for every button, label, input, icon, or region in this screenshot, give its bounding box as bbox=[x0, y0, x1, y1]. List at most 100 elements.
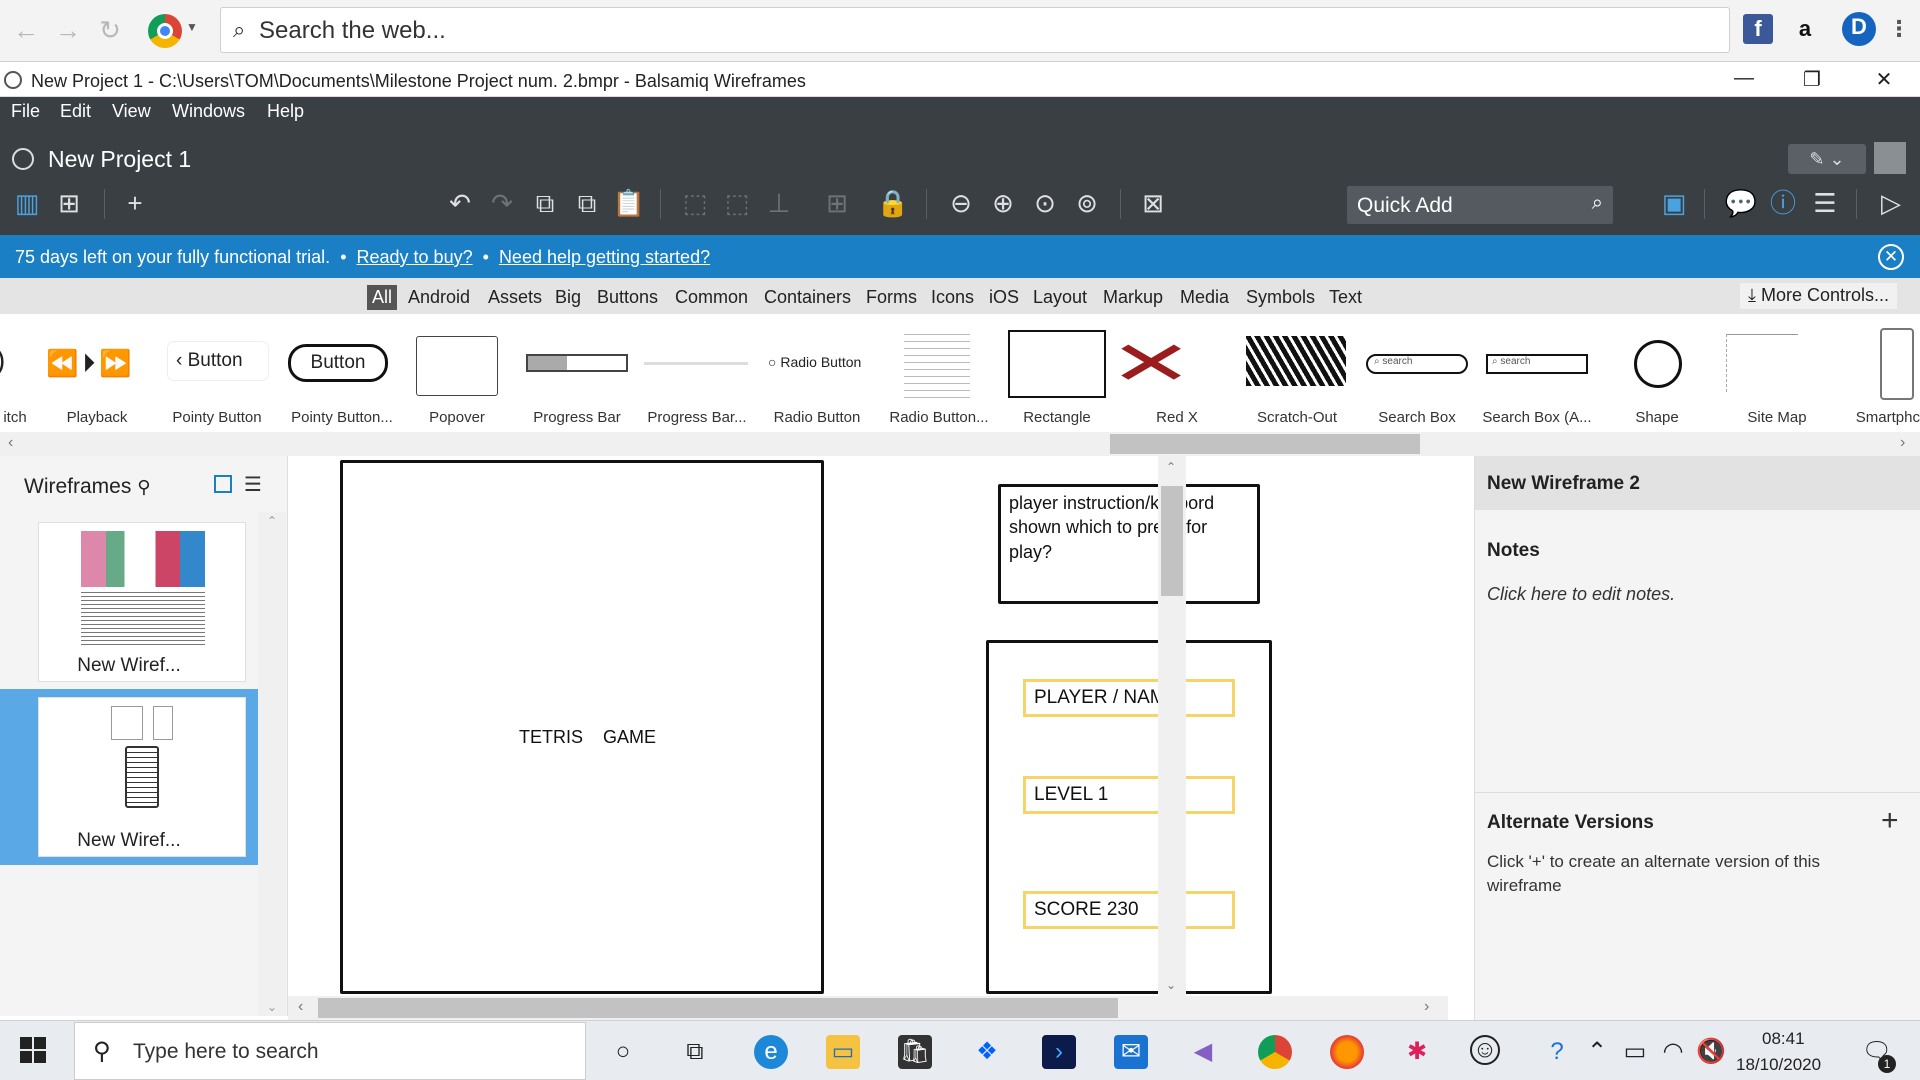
notes-icon[interactable]: ☰ bbox=[1808, 185, 1842, 221]
address-input[interactable]: Search the web... bbox=[259, 17, 446, 45]
chrome-icon[interactable] bbox=[148, 14, 182, 48]
progress-bar-thin-preview[interactable] bbox=[644, 362, 748, 365]
chrome-taskbar-icon[interactable] bbox=[1258, 1035, 1292, 1069]
zoom-fit-icon[interactable]: ⊚ bbox=[1070, 185, 1104, 221]
presentation-icon[interactable]: ▷ bbox=[1874, 185, 1908, 221]
windows-start-icon[interactable] bbox=[20, 1037, 46, 1063]
visual-studio-icon[interactable]: ◀ bbox=[1186, 1035, 1220, 1069]
facebook-icon[interactable]: f bbox=[1743, 14, 1773, 44]
chevron-down-icon[interactable]: ▼ bbox=[186, 20, 198, 34]
tab-text[interactable]: Text bbox=[1324, 285, 1367, 310]
store-icon[interactable]: 🛍 bbox=[898, 1035, 932, 1069]
switch-preview[interactable]: ) bbox=[0, 344, 5, 376]
level-field[interactable]: LEVEL 1 bbox=[1023, 776, 1235, 814]
more-controls-button[interactable]: ⤓ More Controls... bbox=[1740, 283, 1898, 309]
canvas-vertical-scrollbar[interactable]: ⌃ ⌄ bbox=[1158, 456, 1186, 996]
playback-preview[interactable]: ⏪⏵⏩ bbox=[46, 348, 136, 380]
duckduckgo-icon[interactable]: D bbox=[1842, 12, 1876, 46]
menu-view[interactable]: View bbox=[112, 101, 151, 122]
chevron-up-icon[interactable]: ⌃ bbox=[1580, 1035, 1614, 1069]
single-view-icon[interactable]: ▥ bbox=[10, 185, 44, 221]
edge-icon[interactable]: e bbox=[754, 1035, 788, 1069]
minimize-button[interactable]: — bbox=[1724, 67, 1764, 93]
amazon-icon[interactable]: a bbox=[1790, 14, 1820, 44]
wifi-icon[interactable]: ◠ bbox=[1656, 1035, 1690, 1069]
pointy-button-sketch-preview[interactable]: Button bbox=[288, 344, 388, 382]
wireframe-thumbnail-selected[interactable]: New Wiref... bbox=[38, 697, 246, 857]
battery-icon[interactable]: ▭ bbox=[1618, 1035, 1652, 1069]
thumbnail-view-icon[interactable] bbox=[214, 475, 232, 493]
tab-assets[interactable]: Assets bbox=[483, 285, 547, 310]
menu-help[interactable]: Help bbox=[267, 101, 304, 122]
instructions-box[interactable]: player instruction/keybord shown which t… bbox=[998, 484, 1260, 604]
arrange-icon[interactable]: ⊞ bbox=[820, 185, 854, 221]
close-banner-icon[interactable]: ✕ bbox=[1878, 244, 1904, 270]
tab-common[interactable]: Common bbox=[670, 285, 753, 310]
tab-ios[interactable]: iOS bbox=[984, 285, 1024, 310]
scroll-right-icon[interactable]: › bbox=[1900, 434, 1905, 452]
redo-icon[interactable]: ↷ bbox=[485, 185, 519, 221]
edit-mode-button[interactable]: ✎ ⌄ bbox=[1788, 144, 1866, 174]
mail-icon[interactable]: ✉ bbox=[1114, 1035, 1148, 1069]
tab-forms[interactable]: Forms bbox=[861, 285, 922, 310]
task-view-icon[interactable]: ⧉ bbox=[678, 1035, 712, 1069]
file-explorer-icon[interactable]: ▭ bbox=[826, 1035, 860, 1069]
search-box-alt-preview[interactable]: ⌕ search bbox=[1486, 354, 1588, 374]
help-link[interactable]: Need help getting started? bbox=[499, 247, 710, 267]
undo-icon[interactable]: ↶ bbox=[443, 185, 477, 221]
wireframe-name[interactable]: New Wireframe 2 bbox=[1487, 473, 1640, 495]
list-view-icon[interactable]: ☰ bbox=[244, 472, 262, 497]
paste-icon[interactable]: 📋 bbox=[612, 185, 646, 221]
actual-size-icon[interactable]: ⊙ bbox=[1028, 185, 1062, 221]
zoom-in-icon[interactable]: ⊕ bbox=[986, 185, 1020, 221]
tab-markup[interactable]: Markup bbox=[1098, 285, 1168, 310]
red-x-preview[interactable]: ✕ bbox=[1108, 334, 1193, 394]
canvas-vertical-thumb[interactable] bbox=[1161, 486, 1183, 596]
reload-icon[interactable]: ↻ bbox=[94, 14, 126, 46]
dropbox-icon[interactable]: ❖ bbox=[970, 1035, 1004, 1069]
quick-add-input[interactable]: Quick Add ⌕ bbox=[1347, 186, 1613, 224]
scroll-left-icon[interactable]: ‹ bbox=[298, 998, 303, 1016]
restore-button[interactable]: ❐ bbox=[1792, 67, 1832, 93]
copy-icon[interactable]: ⧉ bbox=[528, 185, 562, 221]
project-title[interactable]: New Project 1 bbox=[48, 146, 191, 173]
sitemap-icon[interactable]: ⚲ bbox=[137, 477, 150, 497]
menu-edit[interactable]: Edit bbox=[60, 101, 91, 122]
clock-time[interactable]: 08:41 bbox=[1762, 1029, 1805, 1049]
notes-editor[interactable]: Click here to edit notes. bbox=[1487, 584, 1675, 605]
scroll-up-icon[interactable]: ⌃ bbox=[1166, 460, 1176, 474]
user-avatar-icon[interactable] bbox=[1874, 142, 1906, 174]
shape-preview[interactable] bbox=[1634, 340, 1682, 388]
scroll-down-icon[interactable]: ⌄ bbox=[1166, 978, 1176, 992]
game-area-rectangle[interactable]: TETRIS GAME bbox=[340, 460, 824, 994]
tab-layout[interactable]: Layout bbox=[1028, 285, 1092, 310]
scroll-right-icon[interactable]: › bbox=[1424, 998, 1429, 1016]
cortana-icon[interactable]: ○ bbox=[606, 1035, 640, 1069]
help-icon[interactable]: ? bbox=[1540, 1035, 1574, 1069]
tab-buttons[interactable]: Buttons bbox=[592, 285, 663, 310]
clock-date[interactable]: 18/10/2020 bbox=[1736, 1055, 1821, 1075]
balsamiq-taskbar-icon[interactable]: ☺ bbox=[1470, 1035, 1500, 1065]
tab-symbols[interactable]: Symbols bbox=[1241, 285, 1320, 310]
progress-bar-preview[interactable] bbox=[526, 354, 628, 372]
search-box-preview[interactable]: ⌕ search bbox=[1366, 354, 1468, 374]
radio-group-preview[interactable] bbox=[904, 328, 970, 398]
info-icon[interactable]: ⓘ bbox=[1766, 185, 1800, 221]
ready-to-buy-link[interactable]: Ready to buy? bbox=[357, 247, 473, 267]
scroll-up-icon[interactable]: ⌃ bbox=[267, 514, 277, 528]
scroll-down-icon[interactable]: ⌄ bbox=[267, 1000, 277, 1014]
menu-windows[interactable]: Windows bbox=[172, 101, 245, 122]
close-button[interactable]: ✕ bbox=[1864, 67, 1904, 93]
wireframe-thumbnail[interactable]: New Wiref... bbox=[38, 522, 246, 682]
align-icon[interactable]: ⊥ bbox=[762, 185, 796, 221]
address-bar[interactable]: ⌕ Search the web... bbox=[220, 7, 1730, 53]
tab-android[interactable]: Android bbox=[403, 285, 475, 310]
scroll-left-icon[interactable]: ‹ bbox=[8, 434, 13, 452]
back-icon[interactable]: ← bbox=[10, 14, 42, 46]
canvas-horizontal-thumb[interactable] bbox=[318, 998, 1118, 1018]
popover-preview[interactable] bbox=[416, 336, 498, 396]
ui-library-icon[interactable]: ▣ bbox=[1657, 185, 1691, 221]
duplicate-icon[interactable]: ⧉ bbox=[570, 185, 604, 221]
add-alternate-icon[interactable]: + bbox=[1881, 804, 1899, 838]
grid-view-icon[interactable]: ⊞ bbox=[52, 185, 86, 221]
